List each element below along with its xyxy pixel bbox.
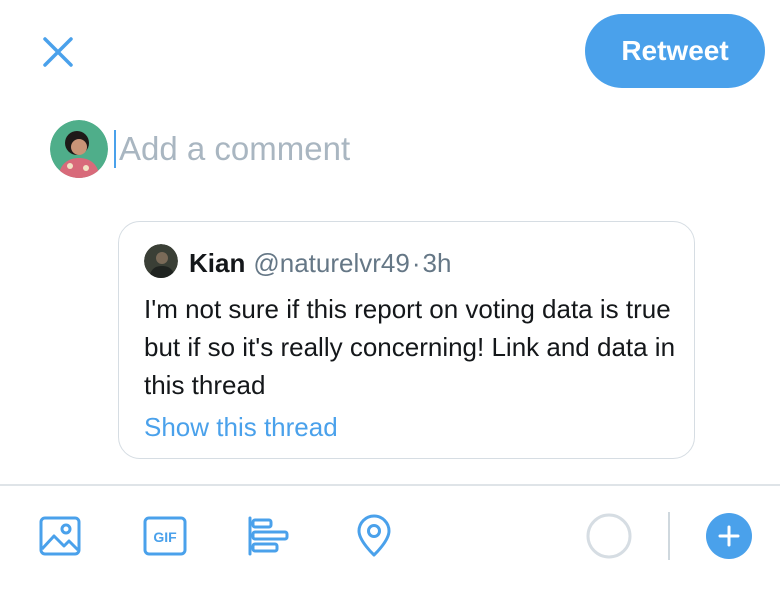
header-separator: ·: [411, 248, 421, 278]
quoted-tweet-text: I'm not sure if this report on voting da…: [144, 294, 676, 400]
progress-ring-icon: [586, 513, 632, 559]
show-thread-link[interactable]: Show this thread: [144, 412, 338, 443]
comment-input[interactable]: [113, 126, 633, 172]
gif-label: GIF: [153, 529, 177, 545]
author-avatar: [144, 244, 178, 278]
poll-icon: [248, 516, 289, 556]
add-image-button[interactable]: [36, 512, 84, 560]
plus-icon: [718, 525, 740, 547]
tweet-time: 3h: [422, 248, 452, 278]
character-counter: [585, 512, 633, 560]
location-icon: [357, 514, 391, 557]
author-name: Kian: [189, 248, 246, 278]
gif-icon: GIF: [143, 516, 187, 556]
toolbar-separator: [668, 512, 670, 560]
toolbar-divider: [0, 484, 780, 486]
add-poll-button[interactable]: [246, 512, 294, 560]
close-button[interactable]: [38, 32, 78, 72]
user-avatar: [50, 120, 108, 178]
retweet-button[interactable]: Retweet: [585, 14, 765, 88]
author-handle: @naturelvr49: [253, 248, 410, 278]
quoted-tweet-card[interactable]: Kian @naturelvr49 · 3h I'm not sure if t…: [118, 221, 695, 459]
image-icon: [39, 516, 81, 556]
retweet-with-comment-screen: Retweet Kian @naturelvr49 · 3h I'm n: [0, 0, 780, 591]
add-tweet-button[interactable]: [706, 513, 752, 559]
add-gif-button[interactable]: GIF: [141, 512, 189, 560]
quoted-tweet-header: Kian @naturelvr49 · 3h: [189, 248, 451, 278]
close-icon: [43, 37, 73, 67]
add-location-button[interactable]: [350, 512, 398, 560]
